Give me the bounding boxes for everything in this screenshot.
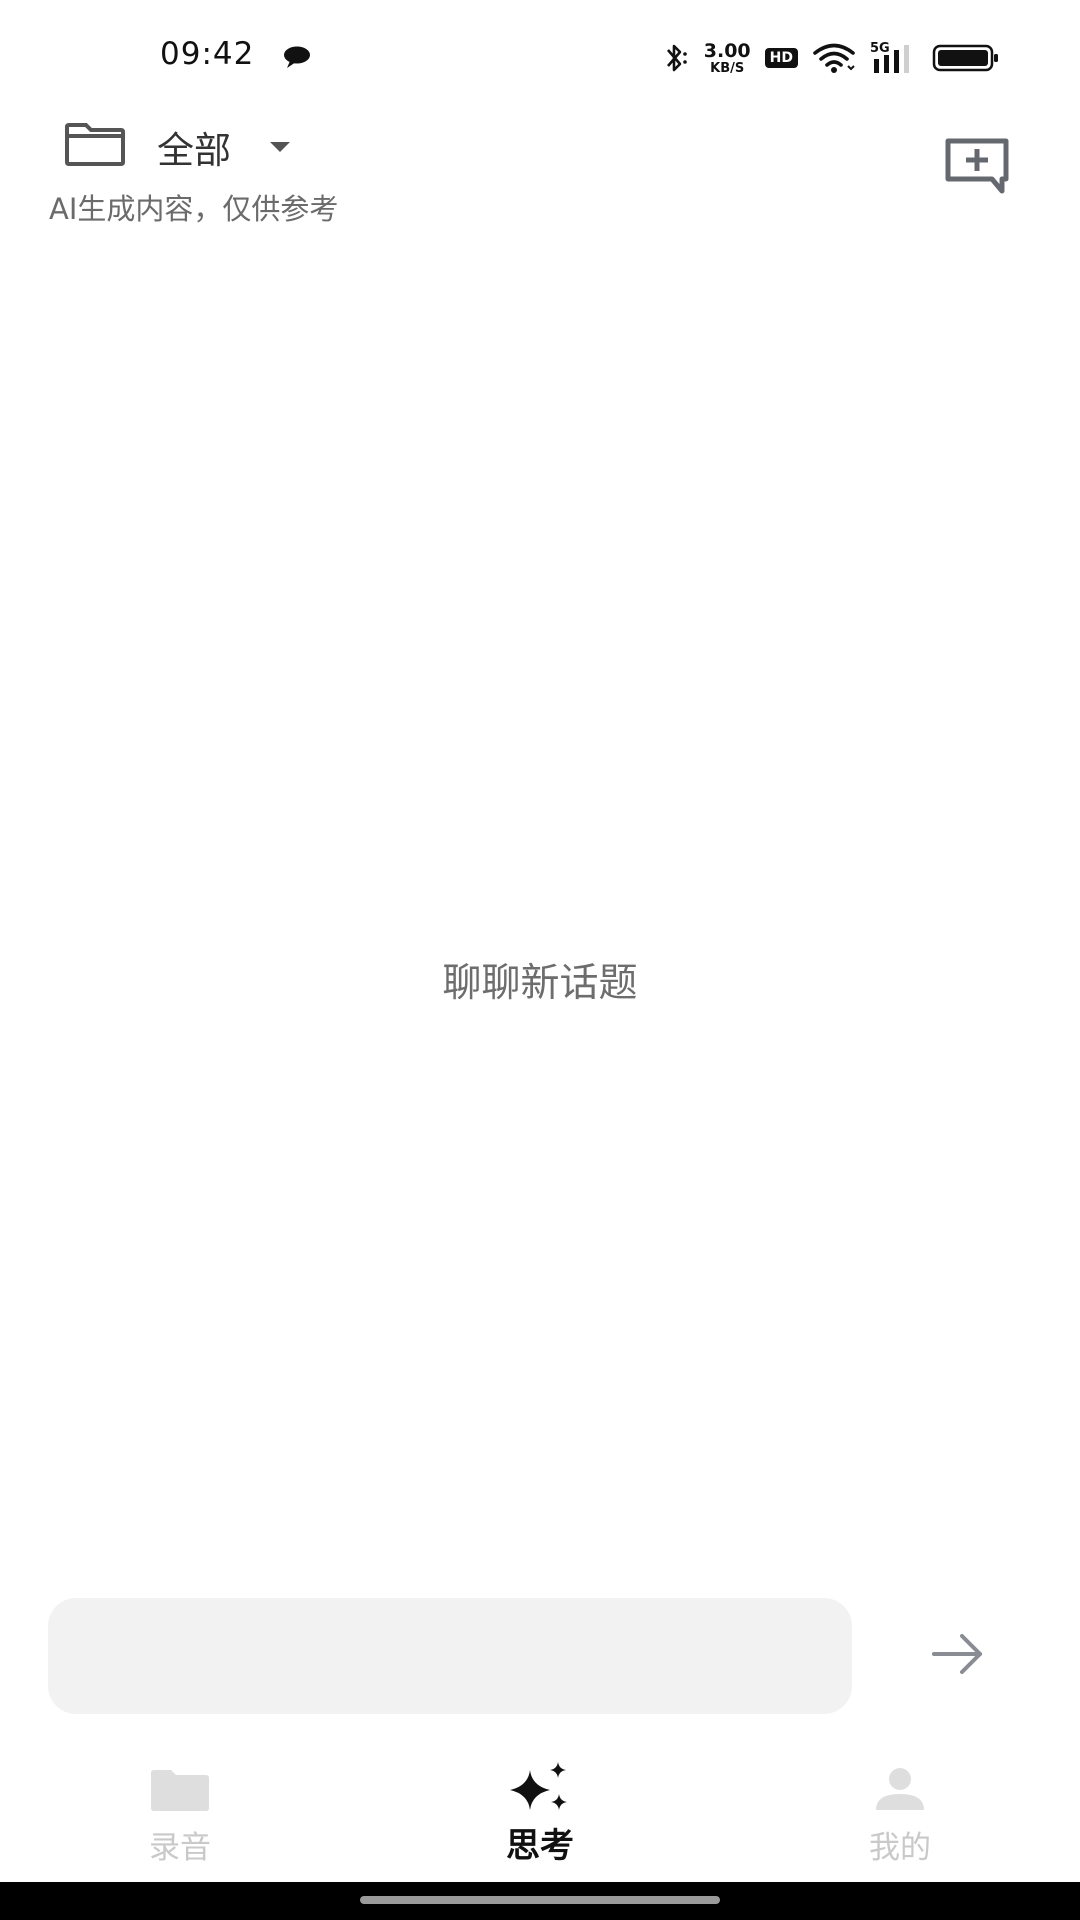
empty-state-prompt: 聊聊新话题	[442, 961, 638, 1006]
new-chat-icon[interactable]	[944, 137, 1010, 195]
ai-disclaimer: AI生成内容，仅供参考	[49, 192, 339, 226]
message-input[interactable]	[48, 1598, 852, 1714]
gesture-bar	[0, 1882, 1080, 1920]
network-speed-value: 3.00	[703, 39, 751, 62]
folder-icon	[151, 1770, 209, 1811]
person-icon	[876, 1768, 924, 1810]
nav-label-recordings: 录音	[149, 1830, 211, 1866]
send-arrow-icon[interactable]	[930, 1630, 986, 1678]
folder-icon[interactable]	[64, 122, 126, 166]
sparkle-icon	[510, 1762, 567, 1810]
signal-icon	[874, 45, 909, 73]
status-time: 09:42	[160, 36, 255, 72]
status-icons: 3.00 KB/S HD 5G	[660, 38, 1000, 78]
filter-label[interactable]: 全部	[157, 120, 231, 174]
battery-icon	[932, 44, 998, 72]
hd-badge: HD	[764, 48, 798, 68]
bottom-nav: 录音 思考 我的	[0, 1740, 1080, 1880]
message-bubble-icon	[284, 46, 310, 68]
signal-indicator: 5G	[870, 41, 918, 75]
nav-item-recordings[interactable]: 录音	[80, 1740, 280, 1870]
wifi-icon	[813, 43, 855, 73]
network-speed-unit: KB/S	[710, 60, 745, 76]
nav-label-me: 我的	[869, 1830, 931, 1866]
status-bar: 09:42 3.00 KB/S HD 5G	[0, 0, 1080, 110]
home-indicator[interactable]	[360, 1896, 720, 1904]
bluetooth-icon	[666, 44, 687, 72]
caret-down-icon[interactable]	[268, 140, 292, 154]
nav-item-think[interactable]: 思考	[440, 1740, 640, 1870]
nav-label-think: 思考	[506, 1826, 574, 1866]
network-speed: 3.00 KB/S	[703, 39, 751, 76]
nav-item-me[interactable]: 我的	[800, 1740, 1000, 1870]
